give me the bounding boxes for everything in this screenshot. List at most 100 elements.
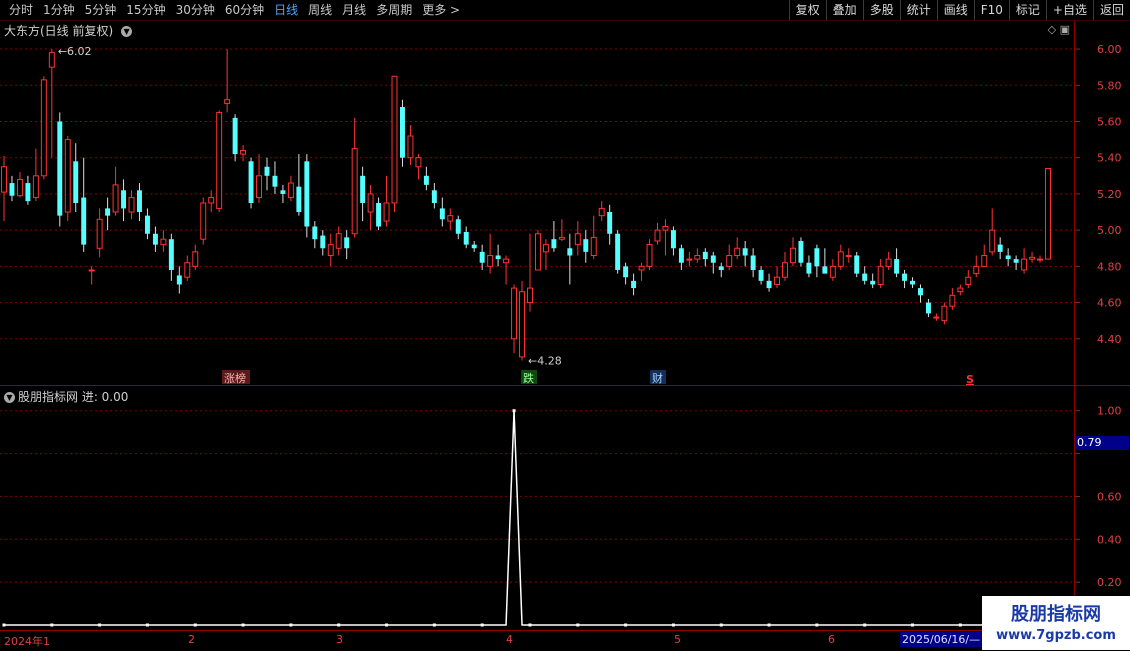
- y-tick-label: 6.00: [1097, 43, 1122, 56]
- candle-body: [360, 175, 366, 203]
- candle-body: [367, 193, 374, 213]
- candle-body: [1029, 256, 1036, 260]
- candle-body: [439, 208, 445, 220]
- candle-body: [527, 287, 533, 304]
- price-chart[interactable]: 6.00 5.80 5.60 5.40 5.20 5.00 4.80 4.60 4.40 ←6.0…: [0, 0, 1130, 650]
- candle-body: [176, 275, 182, 285]
- date-label: 4: [506, 633, 513, 646]
- indicator-title[interactable]: ▼ 股朋指标网 进: 0.00: [4, 388, 128, 405]
- candle-body: [710, 255, 716, 263]
- candle-body: [287, 182, 294, 199]
- candle-body: [590, 236, 597, 256]
- candle-body: [96, 218, 103, 249]
- indicator-dot: [767, 623, 771, 627]
- date-label: 6: [828, 633, 835, 646]
- candle-body: [885, 258, 892, 267]
- candle-body: [631, 280, 637, 289]
- candle-body: [423, 175, 429, 185]
- candle-body: [949, 294, 956, 307]
- candle-body: [615, 233, 621, 270]
- date-label: 5: [674, 633, 681, 646]
- candle-body: [400, 107, 405, 158]
- candle-body: [224, 99, 231, 104]
- candle-body: [105, 208, 111, 216]
- candle-body: [598, 207, 605, 217]
- candle-body: [73, 161, 79, 203]
- candle-body: [774, 276, 781, 285]
- candle-body: [973, 265, 980, 275]
- candle-body: [144, 215, 150, 234]
- candle-body: [296, 186, 302, 213]
- candle-body: [455, 219, 461, 234]
- indicator-dot: [671, 623, 675, 627]
- candle-body: [829, 265, 836, 278]
- indicator-dot: [432, 623, 436, 627]
- candle-body: [112, 184, 119, 213]
- candle-body: [758, 269, 764, 281]
- zhangbang-marker: 涨榜: [224, 371, 246, 385]
- candle-body: [646, 244, 653, 267]
- candle-body: [495, 255, 501, 260]
- candle-body: [320, 235, 326, 249]
- indicator-dot: [911, 623, 915, 627]
- candle-body: [48, 52, 55, 68]
- candle-body: [208, 197, 215, 204]
- y-tick-label: 4.40: [1097, 333, 1122, 346]
- candle-body: [216, 111, 223, 209]
- candle-body: [431, 190, 437, 203]
- candle-body: [335, 233, 342, 249]
- candle-body: [479, 251, 485, 263]
- candle-body: [327, 244, 334, 256]
- candle-body: [822, 266, 828, 274]
- candle-body: [662, 226, 669, 231]
- pane-divider[interactable]: [0, 385, 1130, 386]
- indicator-title-text: 股朋指标网 进: 0.00: [18, 390, 129, 404]
- candle-body: [1021, 258, 1028, 271]
- indicator-dot: [958, 623, 962, 627]
- candle-body: [726, 254, 733, 267]
- candle-body: [168, 239, 174, 270]
- candle-body: [312, 226, 318, 240]
- indicator-dot: [145, 623, 149, 627]
- candle-body: [558, 236, 565, 240]
- y-tick-label: 5.20: [1097, 188, 1122, 201]
- candle-body: [902, 273, 908, 281]
- candle-body: [383, 202, 390, 222]
- candle-body: [790, 247, 796, 264]
- y-tick-label: 5.40: [1097, 152, 1122, 165]
- candle-body: [670, 230, 676, 249]
- candle-body: [232, 117, 238, 155]
- candle-body: [918, 288, 923, 296]
- candle-body: [248, 161, 254, 203]
- candle-body: [1005, 255, 1011, 260]
- chevron-down-icon[interactable]: ▼: [4, 392, 15, 403]
- indicator-y-tick-label: 0.20: [1097, 576, 1122, 589]
- candle-body: [192, 251, 199, 267]
- candle-body: [925, 302, 931, 314]
- candle-body: [623, 266, 629, 278]
- candle-body: [32, 175, 39, 199]
- candle-body: [376, 202, 382, 227]
- watermark-title: 股朋指标网: [1011, 604, 1101, 625]
- date-label: 2024年1: [4, 635, 50, 648]
- candle-body: [845, 254, 852, 257]
- candle-body: [447, 215, 454, 222]
- candle-body: [81, 197, 87, 245]
- axis-divider: [1074, 21, 1075, 630]
- indicator-dot: [385, 623, 389, 627]
- candle-body: [837, 251, 844, 267]
- candle-body: [894, 259, 900, 274]
- indicator-dot: [512, 409, 516, 413]
- indicator-dot: [815, 623, 819, 627]
- candle-body: [240, 149, 247, 155]
- candle-body: [1013, 259, 1019, 263]
- y-tick-label: 5.80: [1097, 79, 1122, 92]
- candle-body: [957, 287, 964, 293]
- candle-body: [304, 161, 310, 227]
- y-tick-label: 5.00: [1097, 224, 1122, 237]
- candle-body: [718, 266, 724, 270]
- candle-body: [88, 269, 95, 272]
- die-marker: 跌: [523, 371, 534, 385]
- candle-body: [121, 190, 127, 209]
- candle-body: [200, 202, 207, 240]
